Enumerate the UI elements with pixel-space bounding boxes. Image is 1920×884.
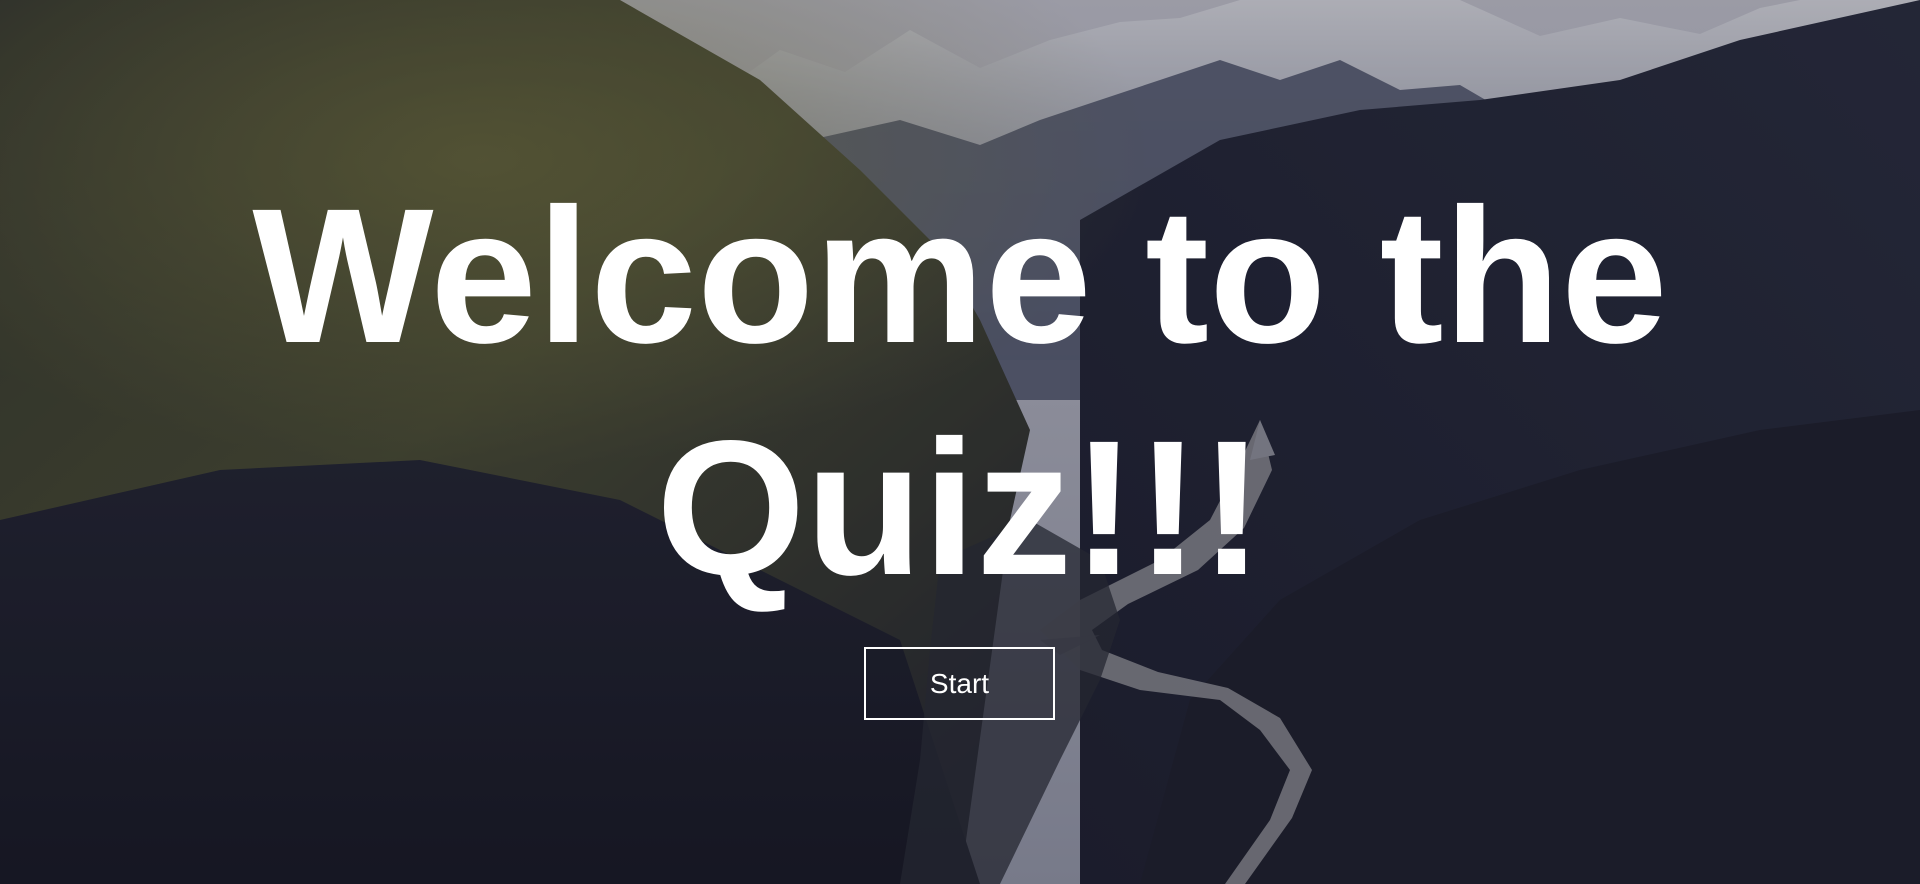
page-title: Welcome to the Quiz!!! bbox=[252, 168, 1668, 615]
start-button[interactable]: Start bbox=[864, 647, 1055, 720]
page-root: Welcome to the Quiz!!! Start bbox=[0, 0, 1920, 884]
hero-section: Welcome to the Quiz!!! Start bbox=[0, 0, 1920, 884]
